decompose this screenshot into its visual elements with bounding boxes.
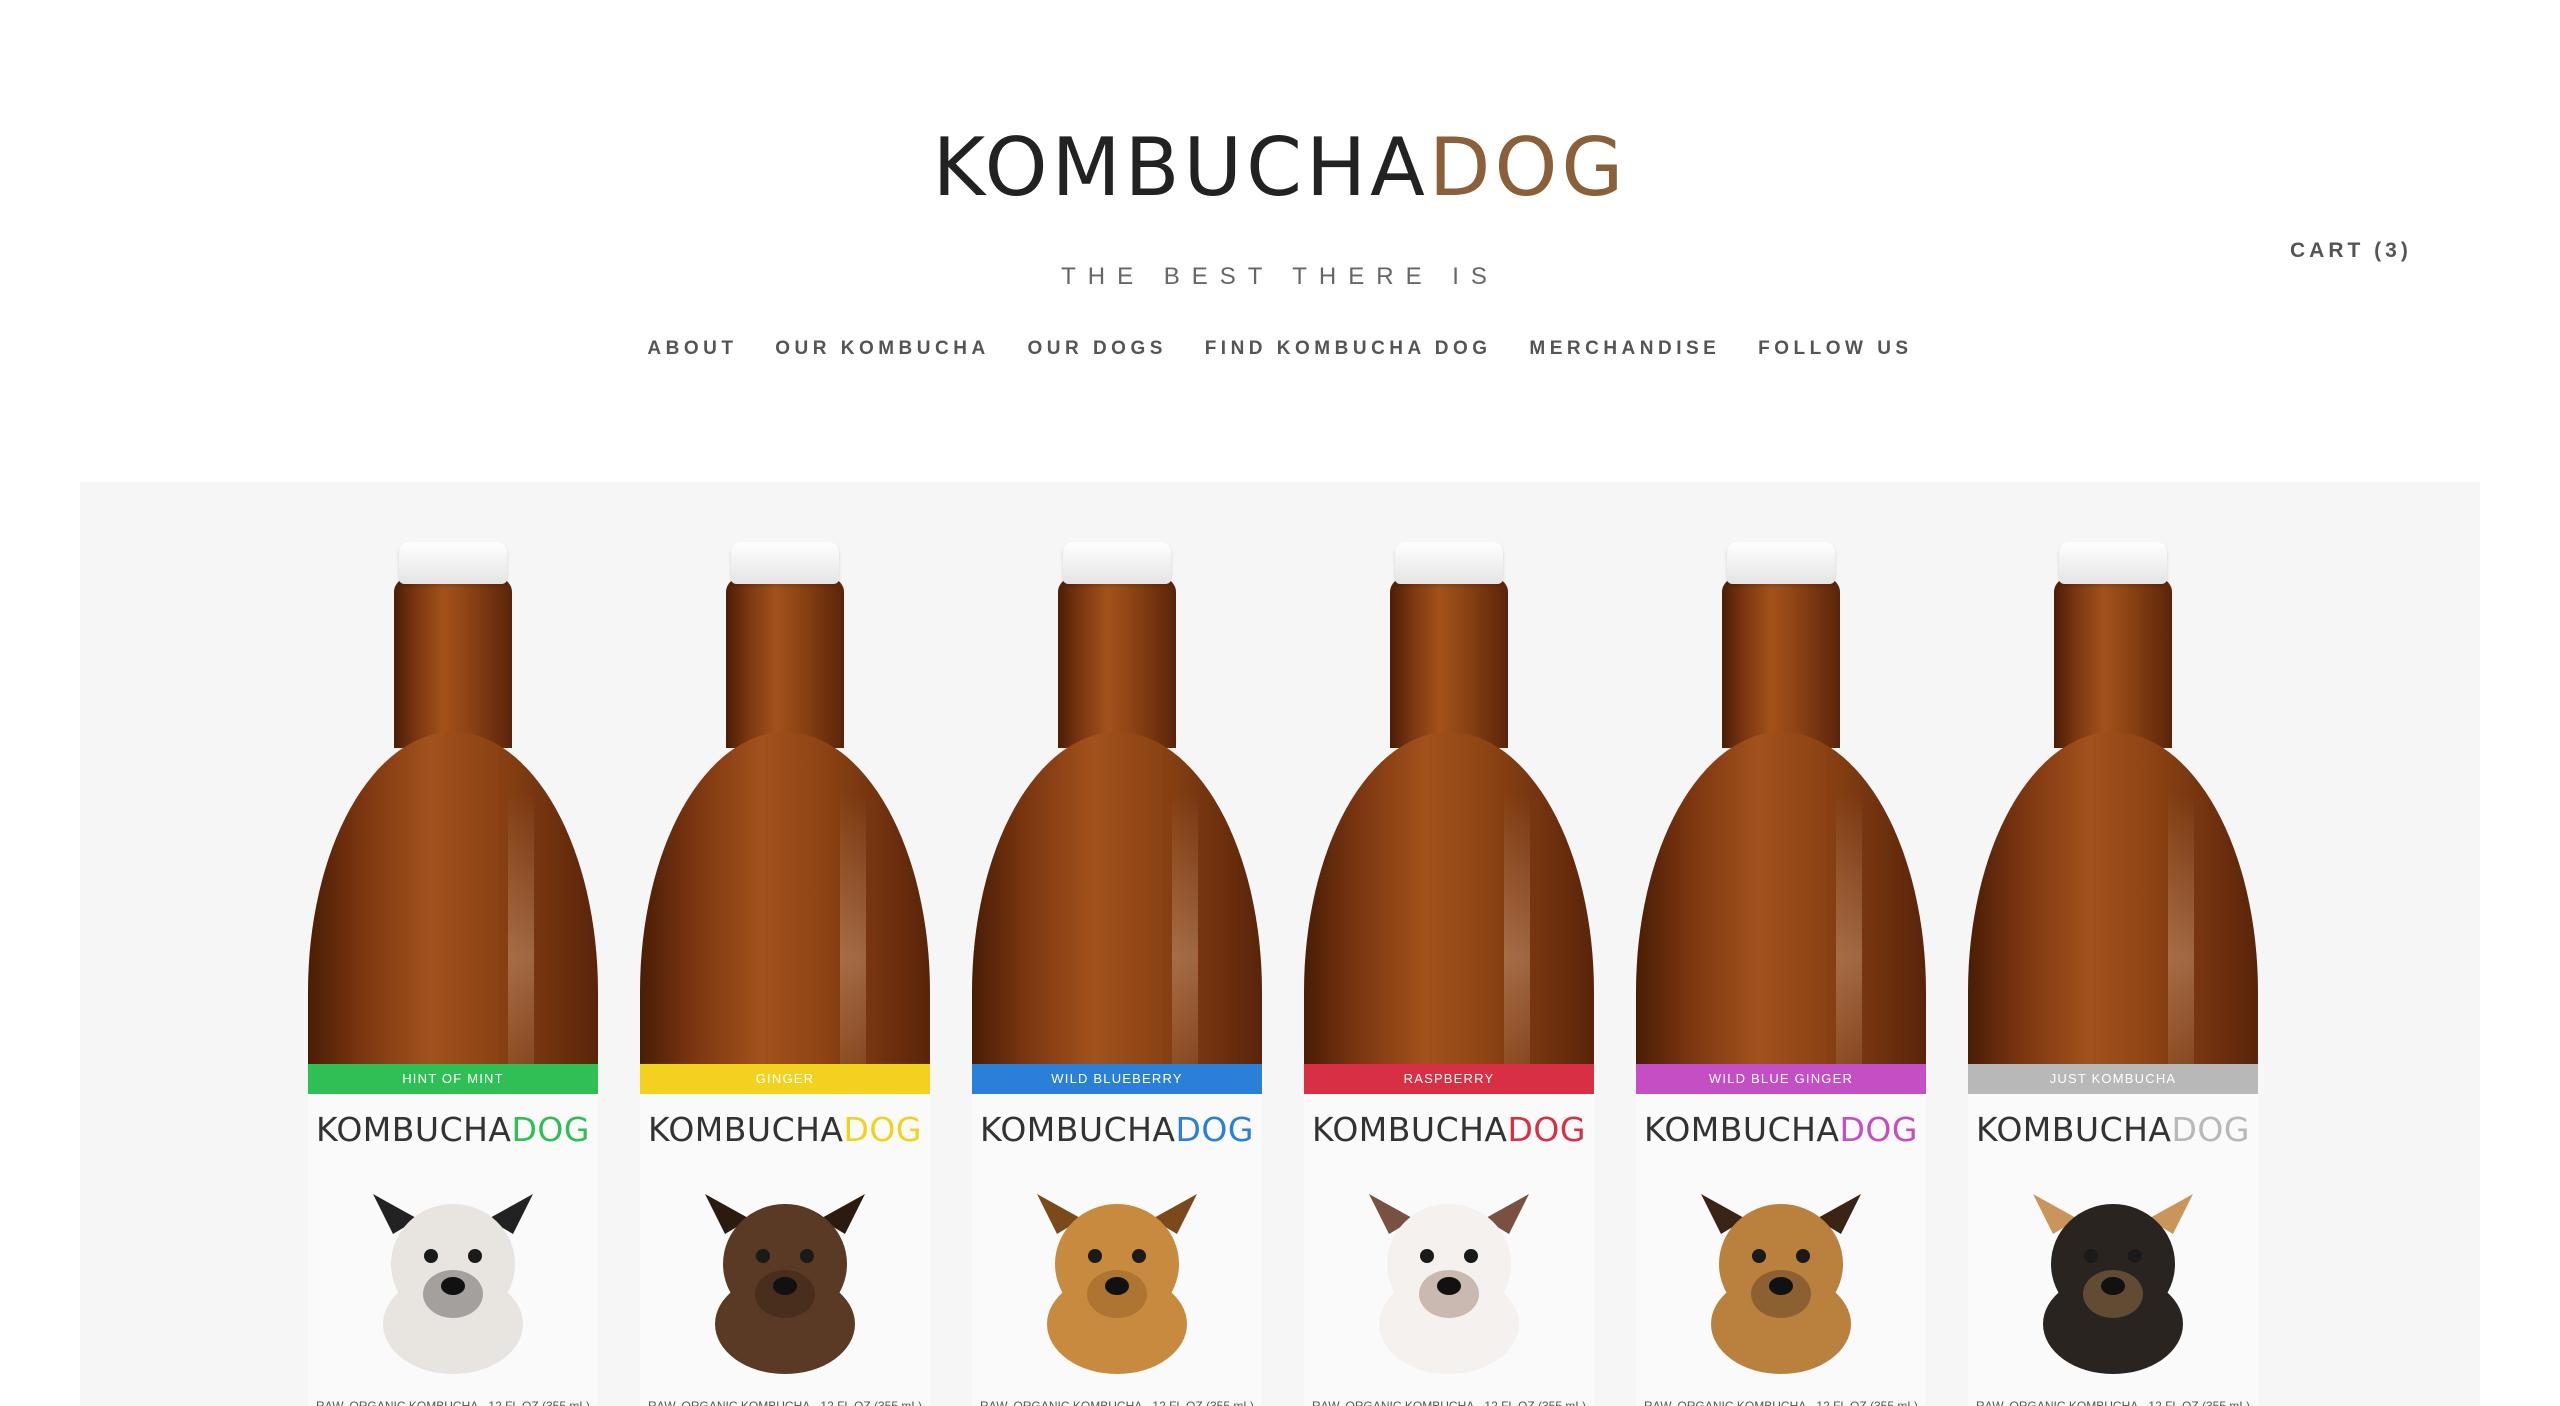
label-footer-left: RAW, ORGANIC KOMBUCHA: [980, 1399, 1143, 1406]
bottle-neck: [1390, 578, 1508, 748]
bottle-cap-icon: [1727, 542, 1835, 584]
label-logo: KOMBUCHADOG: [972, 1110, 1262, 1150]
nav-item-about[interactable]: ABOUT: [647, 334, 737, 364]
label-logo: KOMBUCHADOG: [1636, 1110, 1926, 1150]
dog-shepherd-icon: [2033, 1194, 2193, 1374]
kombucha-bottle: GINGER KOMBUCHADOG RAW, ORGANIC KOMBUCHA 12…: [640, 542, 930, 1406]
flavor-label: WILD BLUEBERRY: [1051, 1071, 1183, 1086]
flavor-label: HINT OF MINT: [402, 1071, 504, 1086]
label-footer: RAW, ORGANIC KOMBUCHA 12 FL OZ (355 mL): [316, 1399, 590, 1406]
bottle-label: JUST KOMBUCHA KOMBUCHADOG RAW, ORGANIC KOM…: [1968, 1064, 2258, 1406]
label-footer-right: 12 FL OZ (355 mL): [820, 1399, 922, 1406]
label-footer-left: RAW, ORGANIC KOMBUCHA: [1644, 1399, 1807, 1406]
label-footer: RAW, ORGANIC KOMBUCHA 12 FL OZ (355 mL): [1312, 1399, 1586, 1406]
bottle-neck: [726, 578, 844, 748]
flavor-label: WILD BLUE GINGER: [1708, 1071, 1854, 1086]
label-footer: RAW, ORGANIC KOMBUCHA 12 FL OZ (355 mL): [1644, 1399, 1918, 1406]
label-logo: KOMBUCHADOG: [308, 1110, 598, 1150]
label-footer-left: RAW, ORGANIC KOMBUCHA: [1312, 1399, 1475, 1406]
label-footer-right: 12 FL OZ (355 mL): [1152, 1399, 1254, 1406]
flavor-band: RASPBERRY: [1304, 1064, 1594, 1094]
bottle-label: WILD BLUE GINGER KOMBUCHADOG RAW, ORGANIC …: [1636, 1064, 1926, 1406]
label-logo: KOMBUCHADOG: [1304, 1110, 1594, 1150]
bottle-cap-icon: [1063, 542, 1171, 584]
dog-white-icon: [1369, 1194, 1529, 1374]
label-logo-accent: DOG: [843, 1110, 922, 1149]
label-footer-left: RAW, ORGANIC KOMBUCHA: [648, 1399, 811, 1406]
bottle-cap-icon: [1395, 542, 1503, 584]
kombucha-bottle: JUST KOMBUCHA KOMBUCHADOG RAW, ORGANIC KOM…: [1968, 542, 2258, 1406]
label-footer-right: 12 FL OZ (355 mL): [488, 1399, 590, 1406]
nav-item-merchandise[interactable]: MERCHANDISE: [1529, 334, 1720, 364]
label-logo-primary: KOMBUCHA: [1312, 1110, 1508, 1149]
label-logo: KOMBUCHADOG: [1968, 1110, 2258, 1150]
label-logo-accent: DOG: [1507, 1110, 1586, 1149]
dog-spotted-icon: [373, 1194, 533, 1374]
bottle-neck: [1722, 578, 1840, 748]
label-logo-accent: DOG: [511, 1110, 590, 1149]
cart-link[interactable]: CART (3): [2290, 236, 2412, 266]
bottle-neck: [394, 578, 512, 748]
label-logo-primary: KOMBUCHA: [648, 1110, 844, 1149]
label-footer: RAW, ORGANIC KOMBUCHA 12 FL OZ (355 mL): [1976, 1399, 2250, 1406]
label-logo-accent: DOG: [2171, 1110, 2250, 1149]
label-logo-accent: DOG: [1839, 1110, 1918, 1149]
label-footer-left: RAW, ORGANIC KOMBUCHA: [1976, 1399, 2139, 1406]
dog-boxer-icon: [1701, 1194, 1861, 1374]
label-footer-right: 12 FL OZ (355 mL): [1816, 1399, 1918, 1406]
label-logo-primary: KOMBUCHA: [1976, 1110, 2172, 1149]
label-logo-primary: KOMBUCHA: [980, 1110, 1176, 1149]
flavor-band: HINT OF MINT: [308, 1064, 598, 1094]
nav-item-follow-us[interactable]: FOLLOW US: [1758, 334, 1912, 364]
logo-text-primary: KOMBUCHA: [932, 121, 1429, 214]
site-logo[interactable]: KOMBUCHADOG: [0, 118, 2560, 218]
kombucha-bottle: RASPBERRY KOMBUCHADOG RAW, ORGANIC KOMBUCH…: [1304, 542, 1594, 1406]
dog-brown-icon: [705, 1194, 865, 1374]
site-header: KOMBUCHADOG THE BEST THERE IS CART (3) A…: [0, 0, 2560, 430]
flavor-band: GINGER: [640, 1064, 930, 1094]
bottle-cap-icon: [399, 542, 507, 584]
bottle-neck: [2054, 578, 2172, 748]
bottle-neck: [1058, 578, 1176, 748]
label-logo-accent: DOG: [1175, 1110, 1254, 1149]
bottle-cap-icon: [2059, 542, 2167, 584]
bottle-label: GINGER KOMBUCHADOG RAW, ORGANIC KOMBUCHA 12…: [640, 1064, 930, 1406]
flavor-band: WILD BLUE GINGER: [1636, 1064, 1926, 1094]
hero-bottles-banner: HINT OF MINT KOMBUCHADOG RAW, ORGANIC KOMB…: [80, 482, 2480, 1406]
label-footer-right: 12 FL OZ (355 mL): [2148, 1399, 2250, 1406]
nav-item-our-dogs[interactable]: OUR DOGS: [1027, 334, 1166, 364]
kombucha-bottle: HINT OF MINT KOMBUCHADOG RAW, ORGANIC KOMB…: [308, 542, 598, 1406]
label-footer: RAW, ORGANIC KOMBUCHA 12 FL OZ (355 mL): [648, 1399, 922, 1406]
label-logo-primary: KOMBUCHA: [1644, 1110, 1840, 1149]
flavor-band: WILD BLUEBERRY: [972, 1064, 1262, 1094]
label-logo: KOMBUCHADOG: [640, 1110, 930, 1150]
bottle-label: WILD BLUEBERRY KOMBUCHADOG RAW, ORGANIC KO…: [972, 1064, 1262, 1406]
kombucha-bottle: WILD BLUEBERRY KOMBUCHADOG RAW, ORGANIC KO…: [972, 542, 1262, 1406]
flavor-label: JUST KOMBUCHA: [2049, 1071, 2177, 1086]
flavor-label: GINGER: [755, 1071, 815, 1086]
flavor-band: JUST KOMBUCHA: [1968, 1064, 2258, 1094]
bottle-cap-icon: [731, 542, 839, 584]
logo-text-accent: DOG: [1428, 121, 1628, 214]
label-logo-primary: KOMBUCHA: [316, 1110, 512, 1149]
nav-item-find-kombucha-dog[interactable]: FIND KOMBUCHA DOG: [1205, 334, 1492, 364]
kombucha-bottle: WILD BLUE GINGER KOMBUCHADOG RAW, ORGANIC …: [1636, 542, 1926, 1406]
main-nav: ABOUT OUR KOMBUCHA OUR DOGS FIND KOMBUCH…: [0, 334, 2560, 364]
bottle-label: HINT OF MINT KOMBUCHADOG RAW, ORGANIC KOMB…: [308, 1064, 598, 1406]
label-footer-left: RAW, ORGANIC KOMBUCHA: [316, 1399, 479, 1406]
tagline: THE BEST THERE IS: [1061, 263, 1499, 290]
label-footer-right: 12 FL OZ (355 mL): [1484, 1399, 1586, 1406]
dog-tan-icon: [1037, 1194, 1197, 1374]
flavor-label: RASPBERRY: [1403, 1071, 1495, 1086]
bottle-label: RASPBERRY KOMBUCHADOG RAW, ORGANIC KOMBUCH…: [1304, 1064, 1594, 1406]
nav-item-our-kombucha[interactable]: OUR KOMBUCHA: [775, 334, 989, 364]
label-footer: RAW, ORGANIC KOMBUCHA 12 FL OZ (355 mL): [980, 1399, 1254, 1406]
